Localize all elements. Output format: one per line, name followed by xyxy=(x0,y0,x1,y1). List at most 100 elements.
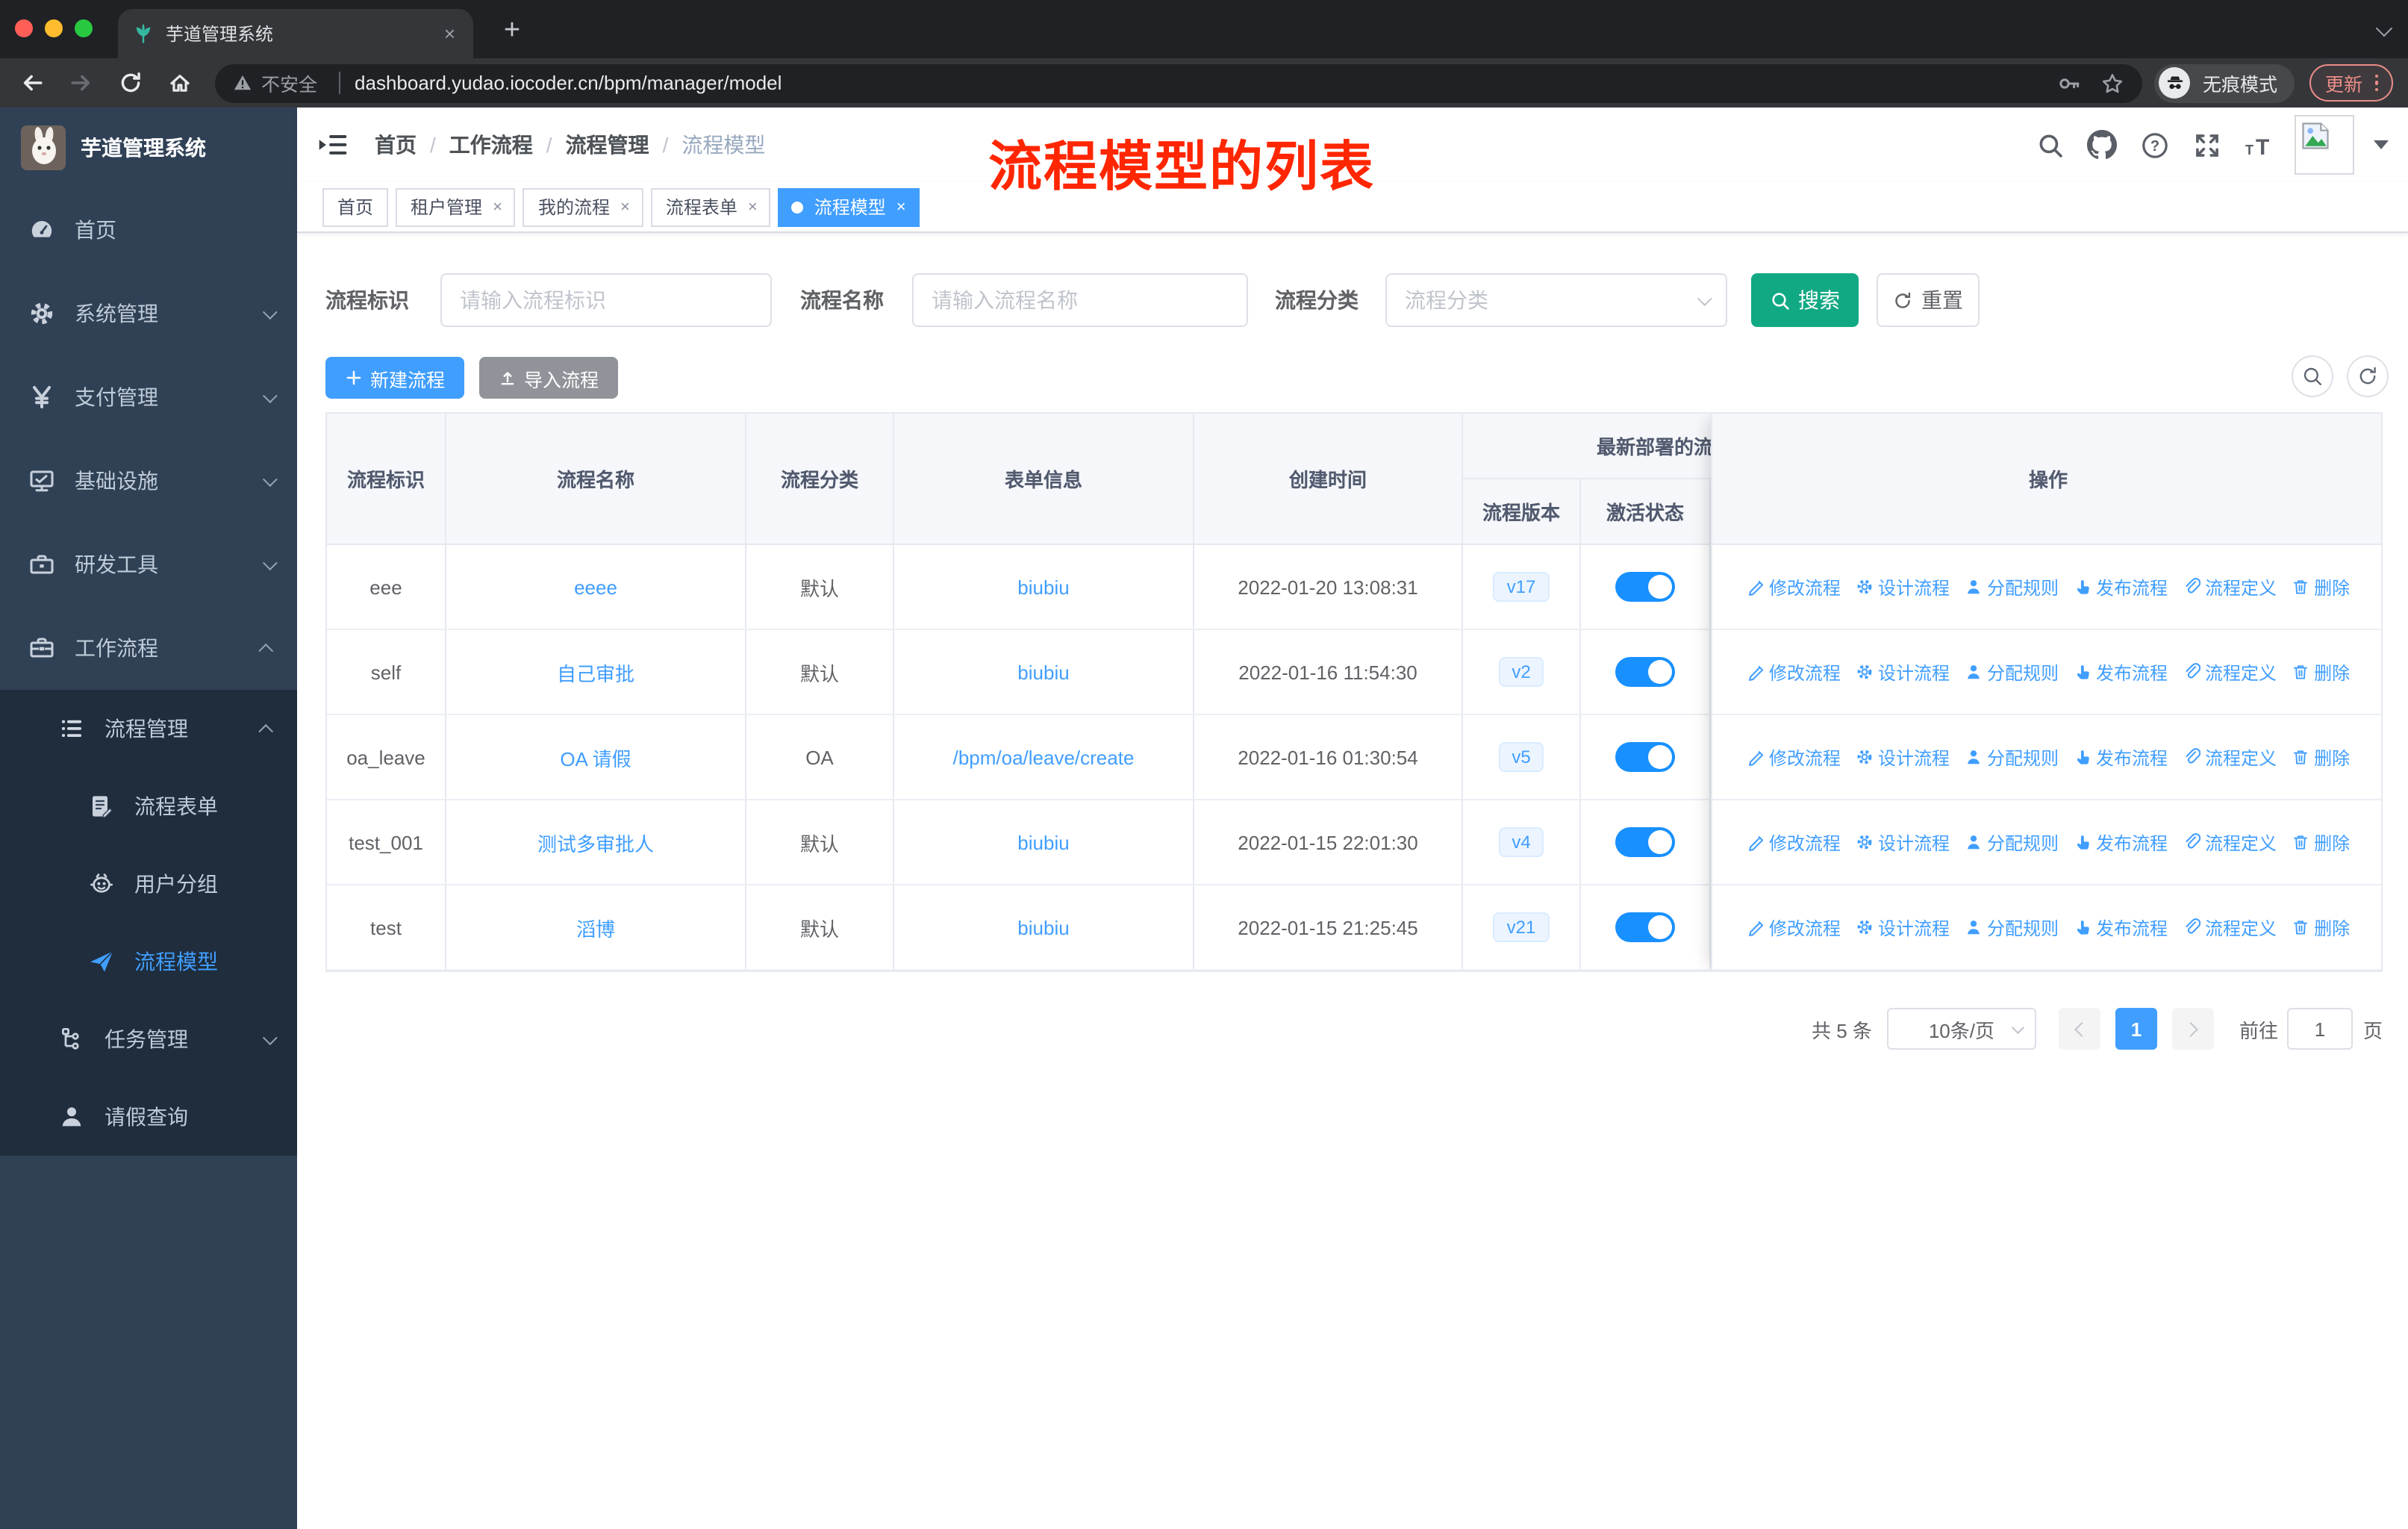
design-process-link[interactable]: 设计流程 xyxy=(1856,659,1950,685)
forward-button[interactable] xyxy=(61,63,100,102)
fullscreen-icon[interactable] xyxy=(2190,128,2223,161)
tab-search-chevron-icon[interactable] xyxy=(2375,19,2393,37)
process-definition-link[interactable]: 流程定义 xyxy=(2183,574,2277,600)
modify-process-link[interactable]: 修改流程 xyxy=(1747,829,1841,855)
version-badge[interactable]: v5 xyxy=(1498,742,1544,772)
active-toggle-switch[interactable] xyxy=(1615,572,1675,602)
bookmark-star-icon[interactable] xyxy=(2101,71,2125,95)
font-size-icon[interactable]: TT xyxy=(2242,128,2275,161)
url-text[interactable]: dashboard.yudao.iocoder.cn/bpm/manager/m… xyxy=(355,72,2039,94)
sidebar-item-process-model[interactable]: 流程模型 xyxy=(0,923,297,1000)
sidebar-item-devtools[interactable]: 研发工具 xyxy=(0,523,297,606)
delete-link[interactable]: 删除 xyxy=(2292,744,2350,770)
window-close-button[interactable] xyxy=(15,19,33,37)
form-info-link[interactable]: /bpm/oa/leave/create xyxy=(953,746,1135,768)
sidebar-item-infrastructure[interactable]: 基础设施 xyxy=(0,439,297,523)
process-id-input[interactable] xyxy=(440,273,772,327)
publish-process-link[interactable]: 发布流程 xyxy=(2074,574,2168,600)
active-toggle-switch[interactable] xyxy=(1615,657,1675,687)
publish-process-link[interactable]: 发布流程 xyxy=(2074,659,2168,685)
modify-process-link[interactable]: 修改流程 xyxy=(1747,659,1841,685)
tag-close-icon[interactable]: × xyxy=(896,198,906,216)
tag-process-form[interactable]: 流程表单 × xyxy=(650,187,771,226)
window-zoom-button[interactable] xyxy=(75,19,93,37)
process-name-link[interactable]: 测试多审批人 xyxy=(537,828,654,856)
sidebar-item-payment[interactable]: 支付管理 xyxy=(0,355,297,439)
tag-close-icon[interactable]: × xyxy=(493,198,502,216)
process-name-link[interactable]: OA 请假 xyxy=(560,743,631,771)
address-bar[interactable]: 不安全 dashboard.yudao.iocoder.cn/bpm/manag… xyxy=(215,63,2143,102)
home-button[interactable] xyxy=(160,63,199,102)
new-tab-button[interactable]: + xyxy=(493,12,531,51)
sidebar-item-home[interactable]: 首页 xyxy=(0,188,297,272)
search-button[interactable]: 搜索 xyxy=(1751,273,1859,327)
assign-rule-link[interactable]: 分配规则 xyxy=(1965,659,2059,685)
process-definition-link[interactable]: 流程定义 xyxy=(2183,915,2277,940)
modify-process-link[interactable]: 修改流程 xyxy=(1747,574,1841,600)
breadcrumb-workflow[interactable]: 工作流程 xyxy=(449,130,533,160)
avatar-caret-icon[interactable] xyxy=(2374,140,2389,149)
sidebar-item-leave-query[interactable]: 请假查询 xyxy=(0,1078,297,1156)
assign-rule-link[interactable]: 分配规则 xyxy=(1965,829,2059,855)
modify-process-link[interactable]: 修改流程 xyxy=(1747,915,1841,940)
security-label[interactable]: 不安全 xyxy=(261,69,317,97)
assign-rule-link[interactable]: 分配规则 xyxy=(1965,574,2059,600)
sidebar-item-task-management[interactable]: 任务管理 xyxy=(0,1000,297,1078)
next-page-button[interactable] xyxy=(2171,1008,2214,1050)
modify-process-link[interactable]: 修改流程 xyxy=(1747,744,1841,770)
goto-page-input[interactable] xyxy=(2286,1008,2353,1050)
sidebar-item-process-management[interactable]: 流程管理 xyxy=(0,690,297,767)
process-definition-link[interactable]: 流程定义 xyxy=(2183,659,2277,685)
reload-button[interactable] xyxy=(110,63,149,102)
sidebar-item-workflow[interactable]: 工作流程 xyxy=(0,606,297,690)
process-name-link[interactable]: eeee xyxy=(574,576,617,598)
assign-rule-link[interactable]: 分配规则 xyxy=(1965,915,2059,940)
page-size-select[interactable]: 10条/页 xyxy=(1886,1008,2036,1050)
import-process-button[interactable]: 导入流程 xyxy=(479,357,619,399)
design-process-link[interactable]: 设计流程 xyxy=(1856,744,1950,770)
tab-close-icon[interactable]: × xyxy=(441,22,458,45)
process-name-link[interactable]: 自己审批 xyxy=(557,658,634,686)
github-icon[interactable] xyxy=(2086,128,2118,161)
version-badge[interactable]: v4 xyxy=(1498,827,1544,857)
tag-home[interactable]: 首页 xyxy=(322,187,389,226)
help-icon[interactable]: ? xyxy=(2138,128,2171,161)
tag-close-icon[interactable]: × xyxy=(620,198,630,216)
process-category-select[interactable]: 流程分类 xyxy=(1385,273,1727,327)
delete-link[interactable]: 删除 xyxy=(2292,659,2350,685)
active-toggle-switch[interactable] xyxy=(1615,827,1675,857)
reset-button[interactable]: 重置 xyxy=(1877,273,1980,327)
sidebar-item-process-form[interactable]: 流程表单 xyxy=(0,767,297,845)
show-search-icon-button[interactable] xyxy=(2292,355,2333,397)
form-info-link[interactable]: biubiu xyxy=(1017,661,1069,683)
tag-tenant-management[interactable]: 租户管理 × xyxy=(396,187,516,226)
assign-rule-link[interactable]: 分配规则 xyxy=(1965,744,2059,770)
sidebar-item-user-group[interactable]: 用户分组 xyxy=(0,845,297,923)
prev-page-button[interactable] xyxy=(2058,1008,2100,1050)
search-icon[interactable] xyxy=(2033,128,2066,161)
form-info-link[interactable]: biubiu xyxy=(1017,576,1069,598)
publish-process-link[interactable]: 发布流程 xyxy=(2074,915,2168,940)
breadcrumb-process-management[interactable]: 流程管理 xyxy=(566,130,649,160)
browser-update-button[interactable]: 更新 xyxy=(2309,64,2393,102)
window-minimize-button[interactable] xyxy=(45,19,63,37)
version-badge[interactable]: v21 xyxy=(1493,912,1550,942)
form-info-link[interactable]: biubiu xyxy=(1017,831,1069,853)
sidebar-collapse-icon[interactable] xyxy=(318,130,348,160)
form-info-link[interactable]: biubiu xyxy=(1017,916,1069,938)
browser-menu-icon[interactable] xyxy=(2374,74,2378,92)
browser-tab[interactable]: 芋道管理系统 × xyxy=(118,9,473,58)
design-process-link[interactable]: 设计流程 xyxy=(1856,574,1950,600)
active-toggle-switch[interactable] xyxy=(1615,742,1675,772)
tag-process-model[interactable]: 流程模型 × xyxy=(778,187,920,226)
breadcrumb-home[interactable]: 首页 xyxy=(375,130,417,160)
back-button[interactable] xyxy=(12,63,51,102)
sidebar-logo[interactable]: 芋道管理系统 xyxy=(0,108,297,188)
process-definition-link[interactable]: 流程定义 xyxy=(2183,829,2277,855)
design-process-link[interactable]: 设计流程 xyxy=(1856,915,1950,940)
version-badge[interactable]: v2 xyxy=(1498,657,1544,687)
create-process-button[interactable]: 新建流程 xyxy=(325,357,465,399)
active-toggle-switch[interactable] xyxy=(1615,912,1675,942)
tag-close-icon[interactable]: × xyxy=(748,198,758,216)
refresh-table-icon-button[interactable] xyxy=(2347,355,2389,397)
